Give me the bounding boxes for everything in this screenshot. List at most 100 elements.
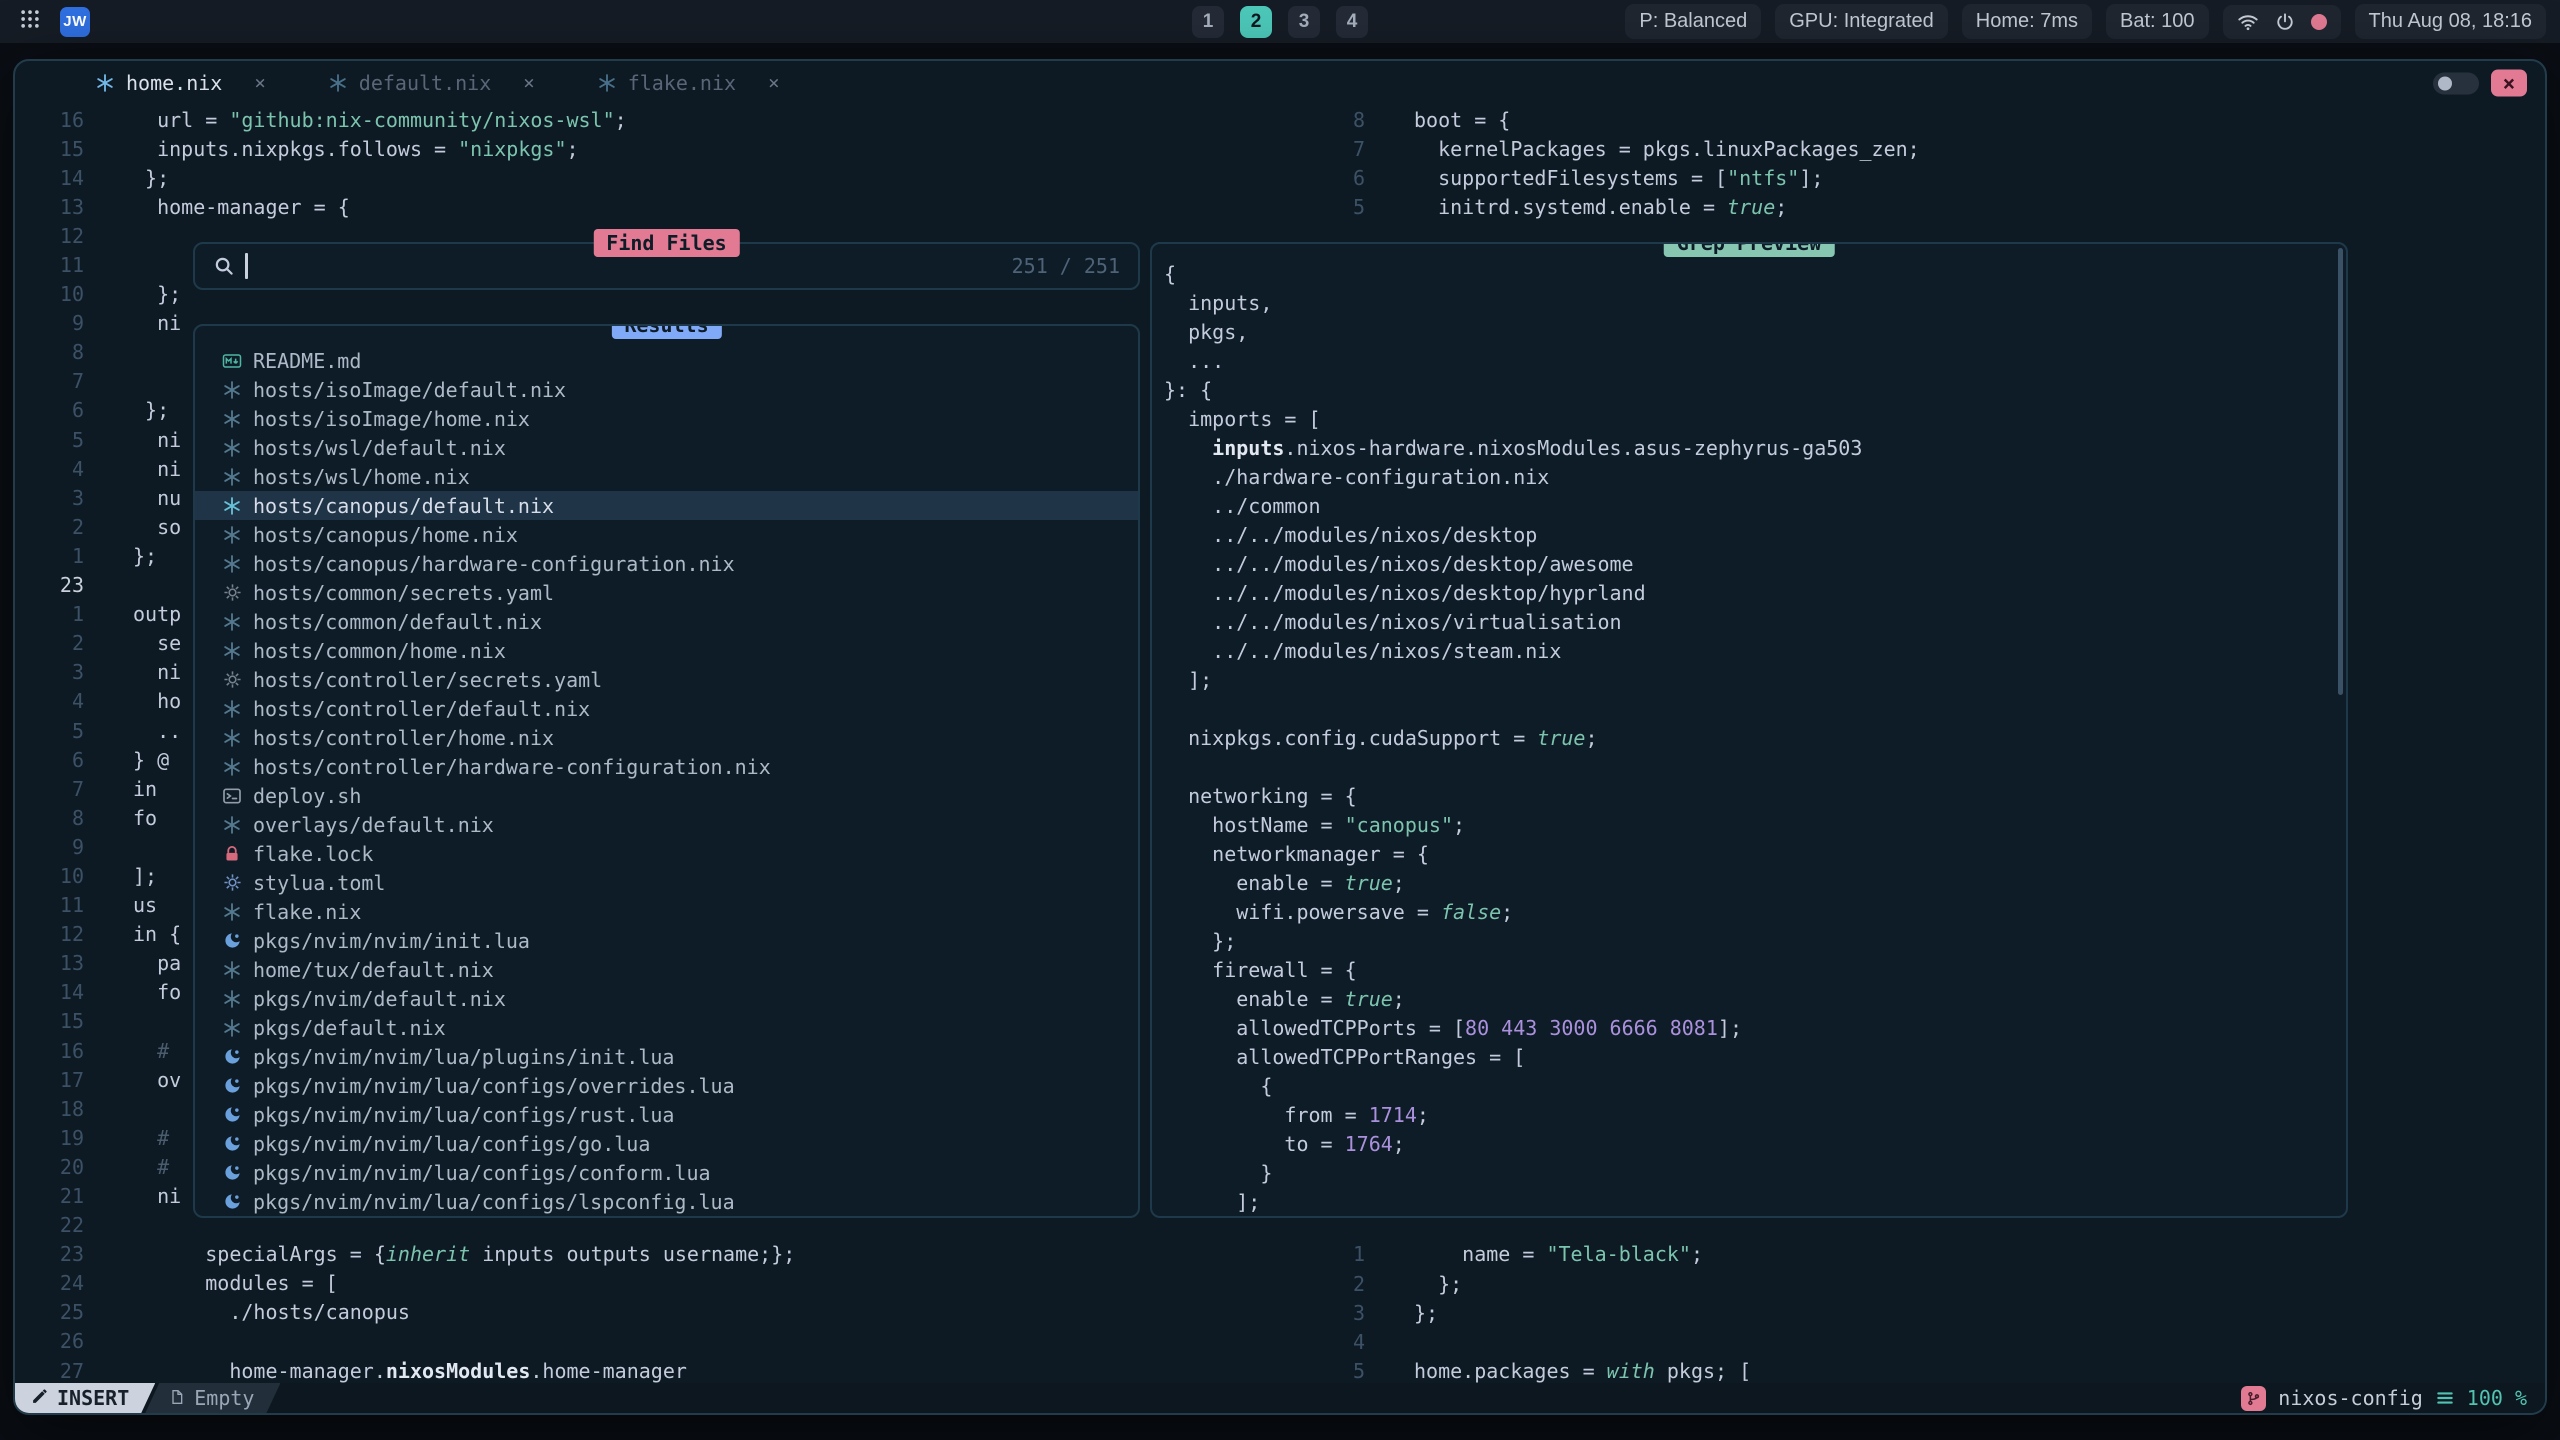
code-segment: name = [1414, 1242, 1546, 1266]
result-row[interactable]: deploy.sh [195, 781, 1138, 810]
result-row[interactable]: hosts/common/secrets.yaml [195, 578, 1138, 607]
result-row[interactable]: hosts/canopus/default.nix [195, 491, 1138, 520]
find-files-window[interactable]: Find Files 251 / 251 [193, 242, 1140, 290]
result-row[interactable]: overlays/default.nix [195, 810, 1138, 839]
result-row[interactable]: pkgs/default.nix [195, 1013, 1138, 1042]
code-segment: inputs outputs username;}; [470, 1242, 795, 1266]
result-row[interactable]: pkgs/nvim/nvim/init.lua [195, 926, 1138, 955]
result-row[interactable]: hosts/wsl/home.nix [195, 462, 1138, 491]
nix-file-icon [221, 699, 243, 719]
result-row[interactable]: pkgs/nvim/nvim/lua/configs/overrides.lua [195, 1071, 1138, 1100]
indicator-dot-icon[interactable] [2311, 14, 2327, 30]
top-bar-left: JW [14, 6, 90, 38]
status-module[interactable]: Home: 7ms [1962, 4, 2092, 39]
code-segment: ./hardware-configuration.nix [1164, 465, 1549, 489]
result-row[interactable]: stylua.toml [195, 868, 1138, 897]
code-segment: true [1345, 987, 1393, 1011]
preview-line [1164, 697, 2346, 726]
window-pin-toggle[interactable] [2433, 72, 2479, 94]
result-row[interactable]: hosts/controller/secrets.yaml [195, 665, 1138, 694]
result-row[interactable]: pkgs/nvim/nvim/lua/configs/go.lua [195, 1129, 1138, 1158]
status-module[interactable]: Bat: 100 [2106, 4, 2209, 39]
code-text: specialArgs = {inherit inputs outputs us… [133, 1242, 795, 1266]
tab-close-icon[interactable]: × [254, 72, 265, 94]
tab-close-icon[interactable]: × [768, 72, 779, 94]
line-number: 14 [15, 166, 84, 190]
status-module[interactable]: P: Balanced [1625, 4, 1761, 39]
code-segment: .. [133, 719, 181, 743]
result-row[interactable]: home/tux/default.nix [195, 955, 1138, 984]
window-controls: × [2433, 70, 2527, 97]
code-line[interactable]: 3}; [1296, 1298, 2545, 1327]
status-module[interactable]: GPU: Integrated [1775, 4, 1948, 39]
result-row[interactable]: hosts/controller/default.nix [195, 694, 1138, 723]
line-number: 21 [15, 1184, 84, 1208]
code-line[interactable]: 8boot = { [1296, 105, 2545, 134]
result-row[interactable]: hosts/isoImage/default.nix [195, 375, 1138, 404]
code-text: se [133, 631, 181, 655]
result-row[interactable]: hosts/isoImage/home.nix [195, 404, 1138, 433]
result-row[interactable]: hosts/canopus/home.nix [195, 520, 1138, 549]
preview-line: { [1164, 262, 2346, 291]
result-label: pkgs/nvim/nvim/lua/configs/lspconfig.lua [253, 1190, 735, 1214]
code-segment: supportedFilesystems = [ [1414, 166, 1727, 190]
result-row[interactable]: flake.nix [195, 897, 1138, 926]
code-segment: ni [133, 457, 181, 481]
wifi-icon[interactable] [2237, 11, 2259, 33]
terminal-window: home.nix×default.nix×flake.nix× × 16 url… [13, 59, 2547, 1415]
nix-file-icon [221, 409, 243, 429]
tab-home.nix[interactable]: home.nix× [95, 71, 266, 95]
code-segment: home-manager. [133, 1359, 386, 1383]
result-row[interactable]: pkgs/nvim/nvim/lua/configs/rust.lua [195, 1100, 1138, 1129]
code-line[interactable]: 1 name = "Tela-black"; [1296, 1240, 2545, 1269]
result-label: pkgs/nvim/nvim/lua/plugins/init.lua [253, 1045, 674, 1069]
result-row[interactable]: README.md [195, 346, 1138, 375]
code-text: }; [133, 398, 169, 422]
result-row[interactable]: hosts/controller/hardware-configuration.… [195, 752, 1138, 781]
result-row[interactable]: hosts/wsl/default.nix [195, 433, 1138, 462]
code-segment: home-manager = { [133, 195, 350, 219]
workspace-button-2[interactable]: 2 [1240, 6, 1272, 38]
result-row[interactable]: hosts/controller/home.nix [195, 723, 1138, 752]
power-icon[interactable] [2275, 12, 2295, 32]
code-line[interactable]: 2 }; [1296, 1269, 2545, 1298]
code-segment: ; [1393, 987, 1405, 1011]
result-row[interactable]: pkgs/nvim/nvim/lua/plugins/init.lua [195, 1042, 1138, 1071]
clock[interactable]: Thu Aug 08, 18:16 [2355, 4, 2546, 39]
window-close-button[interactable]: × [2491, 70, 2527, 97]
preview-line: wifi.powersave = false; [1164, 900, 2346, 929]
app-launcher-button[interactable] [14, 6, 46, 38]
code-segment: to = [1164, 1132, 1345, 1156]
result-row[interactable]: flake.lock [195, 839, 1138, 868]
workspace-button-3[interactable]: 3 [1288, 6, 1320, 38]
code-segment: nixosModules [386, 1359, 531, 1383]
result-row[interactable]: hosts/common/default.nix [195, 607, 1138, 636]
lua-file-icon [221, 1192, 243, 1211]
code-text: ni [133, 311, 181, 335]
workspace-button-4[interactable]: 4 [1336, 6, 1368, 38]
preview-scrollbar[interactable] [2338, 248, 2343, 695]
line-number: 9 [15, 835, 84, 859]
code-line[interactable]: 5 initrd.systemd.enable = true; [1296, 192, 2545, 221]
result-row[interactable]: hosts/canopus/hardware-configuration.nix [195, 549, 1138, 578]
result-row[interactable]: hosts/common/home.nix [195, 636, 1138, 665]
code-line[interactable]: 4 [1296, 1327, 2545, 1356]
workspace-button-1[interactable]: 1 [1192, 6, 1224, 38]
code-segment: ; [1691, 1242, 1703, 1266]
lua-file-icon [221, 1047, 243, 1066]
tab-flake.nix[interactable]: flake.nix× [597, 71, 780, 95]
lua-file-icon [221, 1105, 243, 1124]
code-line[interactable]: 5home.packages = with pkgs; [ [1296, 1356, 2545, 1383]
tab-close-icon[interactable]: × [523, 72, 534, 94]
preview-line: imports = [ [1164, 407, 2346, 436]
logo-badge[interactable]: JW [60, 7, 90, 37]
tab-default.nix[interactable]: default.nix× [328, 71, 535, 95]
code-segment: }; [133, 166, 169, 190]
code-text: home.packages = with pkgs; [ [1414, 1359, 1751, 1383]
code-line[interactable]: 7 kernelPackages = pkgs.linuxPackages_ze… [1296, 134, 2545, 163]
code-line[interactable]: 6 supportedFilesystems = ["ntfs"]; [1296, 163, 2545, 192]
result-row[interactable]: pkgs/nvim/nvim/lua/configs/conform.lua [195, 1158, 1138, 1187]
result-row[interactable]: pkgs/nvim/default.nix [195, 984, 1138, 1013]
code-segment: ni [133, 428, 181, 452]
result-row[interactable]: pkgs/nvim/nvim/lua/configs/lspconfig.lua [195, 1187, 1138, 1216]
